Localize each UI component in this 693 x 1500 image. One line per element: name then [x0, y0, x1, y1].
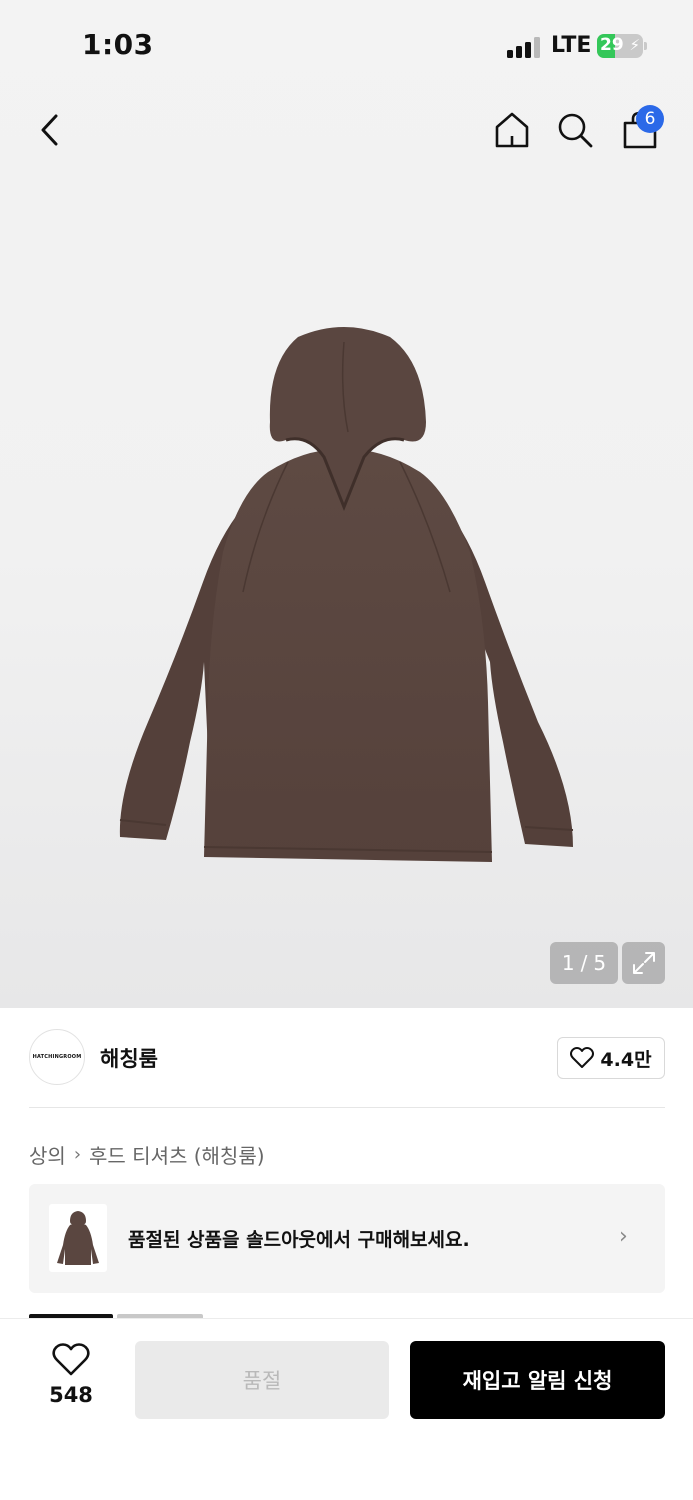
soldout-button[interactable]: 품절 [135, 1341, 389, 1419]
soldout-banner[interactable]: 품절된 상품을 솔드아웃에서 구매해보세요. › [29, 1184, 665, 1293]
chevron-left-icon [41, 114, 58, 146]
back-button[interactable] [26, 106, 74, 154]
banner-text: 품절된 상품을 솔드아웃에서 구매해보세요. [128, 1229, 470, 1251]
breadcrumb-subcategory[interactable]: 후드 티셔츠 (해칭룸) [89, 1140, 265, 1169]
chevron-right-icon: › [619, 1224, 628, 1249]
image-pager: 1 / 5 [550, 942, 618, 984]
status-time: 1:03 [82, 28, 154, 61]
battery-icon: 29 ⚡ [597, 34, 643, 58]
hoodie-thumbnail-icon [57, 1211, 99, 1265]
heart-icon [52, 1343, 90, 1376]
heart-icon [570, 1047, 595, 1068]
network-label: LTE [551, 33, 592, 58]
search-button[interactable] [551, 106, 599, 154]
brand-name[interactable]: 해칭룸 [100, 1043, 158, 1073]
brand-logo[interactable]: HATCHINGROOM [29, 1029, 85, 1085]
wish-count: 548 [49, 1383, 93, 1407]
brand-like-button[interactable]: 4.4만 [557, 1037, 665, 1079]
breadcrumb: 상의 › 후드 티셔츠 (해칭룸) [29, 1140, 265, 1169]
breadcrumb-category[interactable]: 상의 [29, 1140, 66, 1169]
charging-icon: ⚡ [629, 36, 640, 54]
battery-level: 29 [600, 35, 624, 55]
banner-thumbnail [49, 1204, 107, 1272]
restock-alert-button[interactable]: 재입고 알림 신청 [410, 1341, 665, 1419]
search-icon [558, 113, 593, 148]
product-image[interactable] [108, 322, 580, 870]
expand-icon [632, 952, 655, 974]
chevron-right-icon: › [73, 1144, 82, 1165]
wish-button[interactable]: 548 [42, 1343, 100, 1407]
home-icon [495, 112, 529, 148]
brand-logo-text: HATCHINGROOM [32, 1054, 82, 1060]
pager-separator: / [580, 951, 588, 975]
expand-button[interactable] [622, 942, 665, 984]
pager-total: 5 [593, 951, 607, 975]
battery-cap [644, 42, 647, 50]
brand-like-count: 4.4만 [600, 1048, 652, 1071]
pager-current: 1 [561, 951, 575, 975]
cart-count-badge: 6 [636, 105, 664, 133]
divider [29, 1107, 665, 1108]
home-button[interactable] [488, 106, 536, 154]
signal-icon [507, 36, 541, 58]
product-hero: 1:03 LTE 29 ⚡ 6 1 / 5 [0, 0, 693, 1008]
bottom-action-bar: 548 품절 재입고 알림 신청 [0, 1318, 693, 1500]
